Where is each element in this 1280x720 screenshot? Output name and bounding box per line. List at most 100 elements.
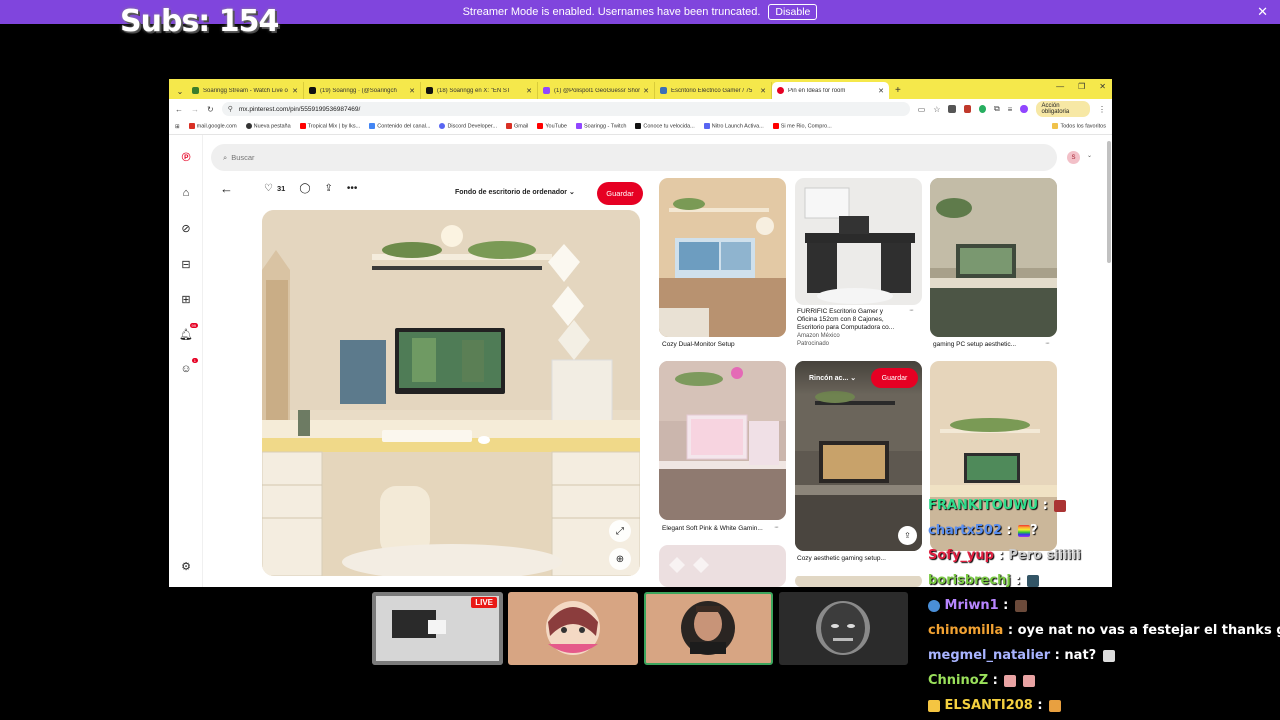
participant-tile-speaking[interactable] [644, 592, 773, 665]
tab-close-icon[interactable]: ✕ [643, 87, 649, 95]
page-scrollbar[interactable] [1107, 141, 1111, 263]
bookmark-star-icon[interactable]: ☆ [933, 105, 940, 114]
hover-board-selector[interactable]: Rincón ac... ⌄ [809, 374, 856, 382]
more-options-icon[interactable]: ••• [347, 183, 358, 194]
bookmark-0[interactable]: mail.google.com [188, 123, 237, 130]
related-pin-0[interactable] [659, 178, 786, 337]
explore-compass-icon[interactable]: ⊘ [179, 221, 193, 235]
tab-close-icon[interactable]: ✕ [760, 87, 766, 95]
tab-favicon [426, 87, 433, 94]
browser-menu-icon[interactable]: ⋮ [1098, 105, 1106, 114]
bookmark-6[interactable]: YouTube [537, 123, 567, 130]
tab-2[interactable]: (18) Soaringg en X: "EN ST ✕ [421, 82, 538, 99]
related-pin-3[interactable] [659, 361, 786, 520]
pinterest-logo-icon[interactable]: ℗ [179, 150, 193, 164]
bookmark-9[interactable]: Nitro Launch Activa... [703, 123, 764, 130]
search-input[interactable] [231, 153, 329, 162]
hover-save-button[interactable]: Guardar [871, 368, 918, 388]
install-icon[interactable]: ▭ [918, 105, 926, 114]
search-bar[interactable]: ⌕ [211, 144, 1057, 171]
participant-tile[interactable] [508, 592, 638, 665]
bookmark-4[interactable]: Discord Developer... [439, 123, 497, 130]
extension-icon[interactable] [978, 105, 986, 113]
tab-3[interactable]: (1) @Polispol1 GeoGuessr Shor ✕ [538, 82, 655, 99]
tab-favicon [543, 87, 550, 94]
bookmark-label: Tropical Mix | by lks... [307, 123, 361, 130]
board-selector[interactable]: Fondo de escritorio de ordenador ⌄ [455, 188, 575, 196]
tab-5-active[interactable]: Pin en Ideas for room ✕ [772, 82, 889, 99]
bookmark-5[interactable]: Gmail [505, 123, 529, 130]
back-arrow-icon[interactable]: ← [220, 181, 233, 196]
settings-gear-icon[interactable]: ⚙ [179, 559, 193, 573]
extension-icon[interactable] [963, 105, 971, 113]
accion-obligatoria-button[interactable]: Acción obligatoria [1035, 101, 1090, 117]
apps-grid-icon[interactable]: ⊞ [175, 124, 180, 130]
related-pin-hovered[interactable]: Rincón ac... ⌄ Guardar ⇪ [795, 361, 922, 551]
close-banner-icon[interactable]: ✕ [1257, 4, 1268, 20]
expand-icon[interactable]: ⤢ [609, 520, 631, 542]
related-pin-2[interactable] [930, 178, 1057, 337]
tab-close-icon[interactable]: ✕ [526, 87, 532, 95]
share-icon[interactable]: ⇪ [325, 183, 333, 194]
minimize-icon[interactable]: — [1056, 82, 1064, 91]
main-pin-image[interactable]: ⤢ ⊕ [262, 210, 640, 576]
bookmark-3[interactable]: Contenido del canal... [369, 123, 430, 130]
bookmark-8[interactable]: Conoce tu velocida... [635, 123, 695, 130]
profile-icon[interactable] [1020, 105, 1028, 113]
participant-avatar [681, 601, 735, 655]
account-chevron-icon[interactable]: ⌄ [1087, 152, 1092, 159]
save-pin-button[interactable]: Guardar [597, 182, 643, 205]
site-info-icon[interactable]: ⚲ [228, 105, 233, 113]
pin-more-icon[interactable]: ··· [774, 524, 779, 531]
board-name: Fondo de escritorio de ordenador [455, 189, 568, 196]
comment-icon[interactable]: ◯ [299, 183, 310, 194]
url-field[interactable]: ⚲ mx.pinterest.com/pin/5559199536987469/ [221, 102, 910, 116]
pin-caption-line-2: Oficina 152cm con 8 Cajones, [797, 316, 884, 323]
related-pin-1[interactable] [795, 178, 922, 305]
heart-icon[interactable]: ♡ [264, 183, 273, 194]
tab-4[interactable]: Escritorio Eléctrico Gamer / 75 ✕ [655, 82, 772, 99]
messages-icon[interactable]: ☺ 1 [179, 358, 198, 376]
tab-close-icon[interactable]: ✕ [878, 87, 884, 95]
back-icon[interactable]: ← [175, 105, 183, 114]
pin-caption: gaming PC setup aesthetic... [933, 341, 1017, 348]
all-favorites-folder[interactable]: Todos los favoritos [1052, 123, 1106, 130]
youtube-icon [537, 123, 544, 130]
tab-search-chevron-icon[interactable]: ⌄ [173, 83, 187, 99]
forward-icon[interactable]: → [191, 105, 199, 114]
close-window-icon[interactable]: ✕ [1099, 82, 1106, 91]
pin-more-icon[interactable]: ··· [909, 307, 914, 314]
boards-icon[interactable]: ⊟ [179, 257, 193, 271]
notifications-bell-icon[interactable]: 🔔︎ 99 [179, 323, 198, 341]
related-pin-7[interactable] [795, 575, 922, 587]
create-plus-icon[interactable]: ⊞ [179, 292, 193, 306]
pin-more-icon[interactable]: ··· [1045, 340, 1050, 347]
tab-0[interactable]: Soaringg Stream - Watch Live o ✕ [187, 82, 304, 99]
extensions-puzzle-icon[interactable]: ⧉ [994, 104, 1000, 114]
bookmark-1[interactable]: Nueva pestaña [245, 123, 291, 130]
bookmark-7[interactable]: Soaringg - Twitch [575, 123, 626, 130]
avatar[interactable]: S [1067, 151, 1080, 164]
bookmark-10[interactable]: Si me Rio, Compro... [772, 123, 832, 130]
visual-search-icon[interactable]: ⊕ [609, 548, 631, 570]
extension-icon[interactable] [948, 105, 956, 113]
media-icon[interactable]: ≡ [1008, 105, 1013, 114]
tab-close-icon[interactable]: ✕ [292, 87, 298, 95]
home-icon[interactable]: ⌂ [179, 186, 193, 200]
bookmark-label: YouTube [545, 123, 567, 130]
screen-share-tile[interactable]: LIVE [372, 592, 503, 665]
disable-streamer-mode-button[interactable]: Disable [768, 4, 818, 20]
tab-favicon [309, 87, 316, 94]
hover-share-icon[interactable]: ⇪ [898, 526, 917, 545]
bookmark-label: Gmail [513, 123, 529, 130]
streamer-mode-text: Streamer Mode is enabled. Usernames have… [462, 6, 761, 18]
tab-1[interactable]: (19) Soaringg · (@Soaringch ✕ [304, 82, 421, 99]
bookmark-2[interactable]: Tropical Mix | by lks... [299, 123, 361, 130]
search-icon: ⌕ [223, 152, 228, 162]
related-pin-6[interactable] [659, 545, 786, 587]
restore-icon[interactable]: ❐ [1078, 82, 1085, 91]
tab-close-icon[interactable]: ✕ [409, 87, 415, 95]
reload-icon[interactable]: ↻ [207, 105, 214, 114]
new-tab-button[interactable]: + [895, 85, 901, 96]
participant-tile[interactable] [779, 592, 908, 665]
